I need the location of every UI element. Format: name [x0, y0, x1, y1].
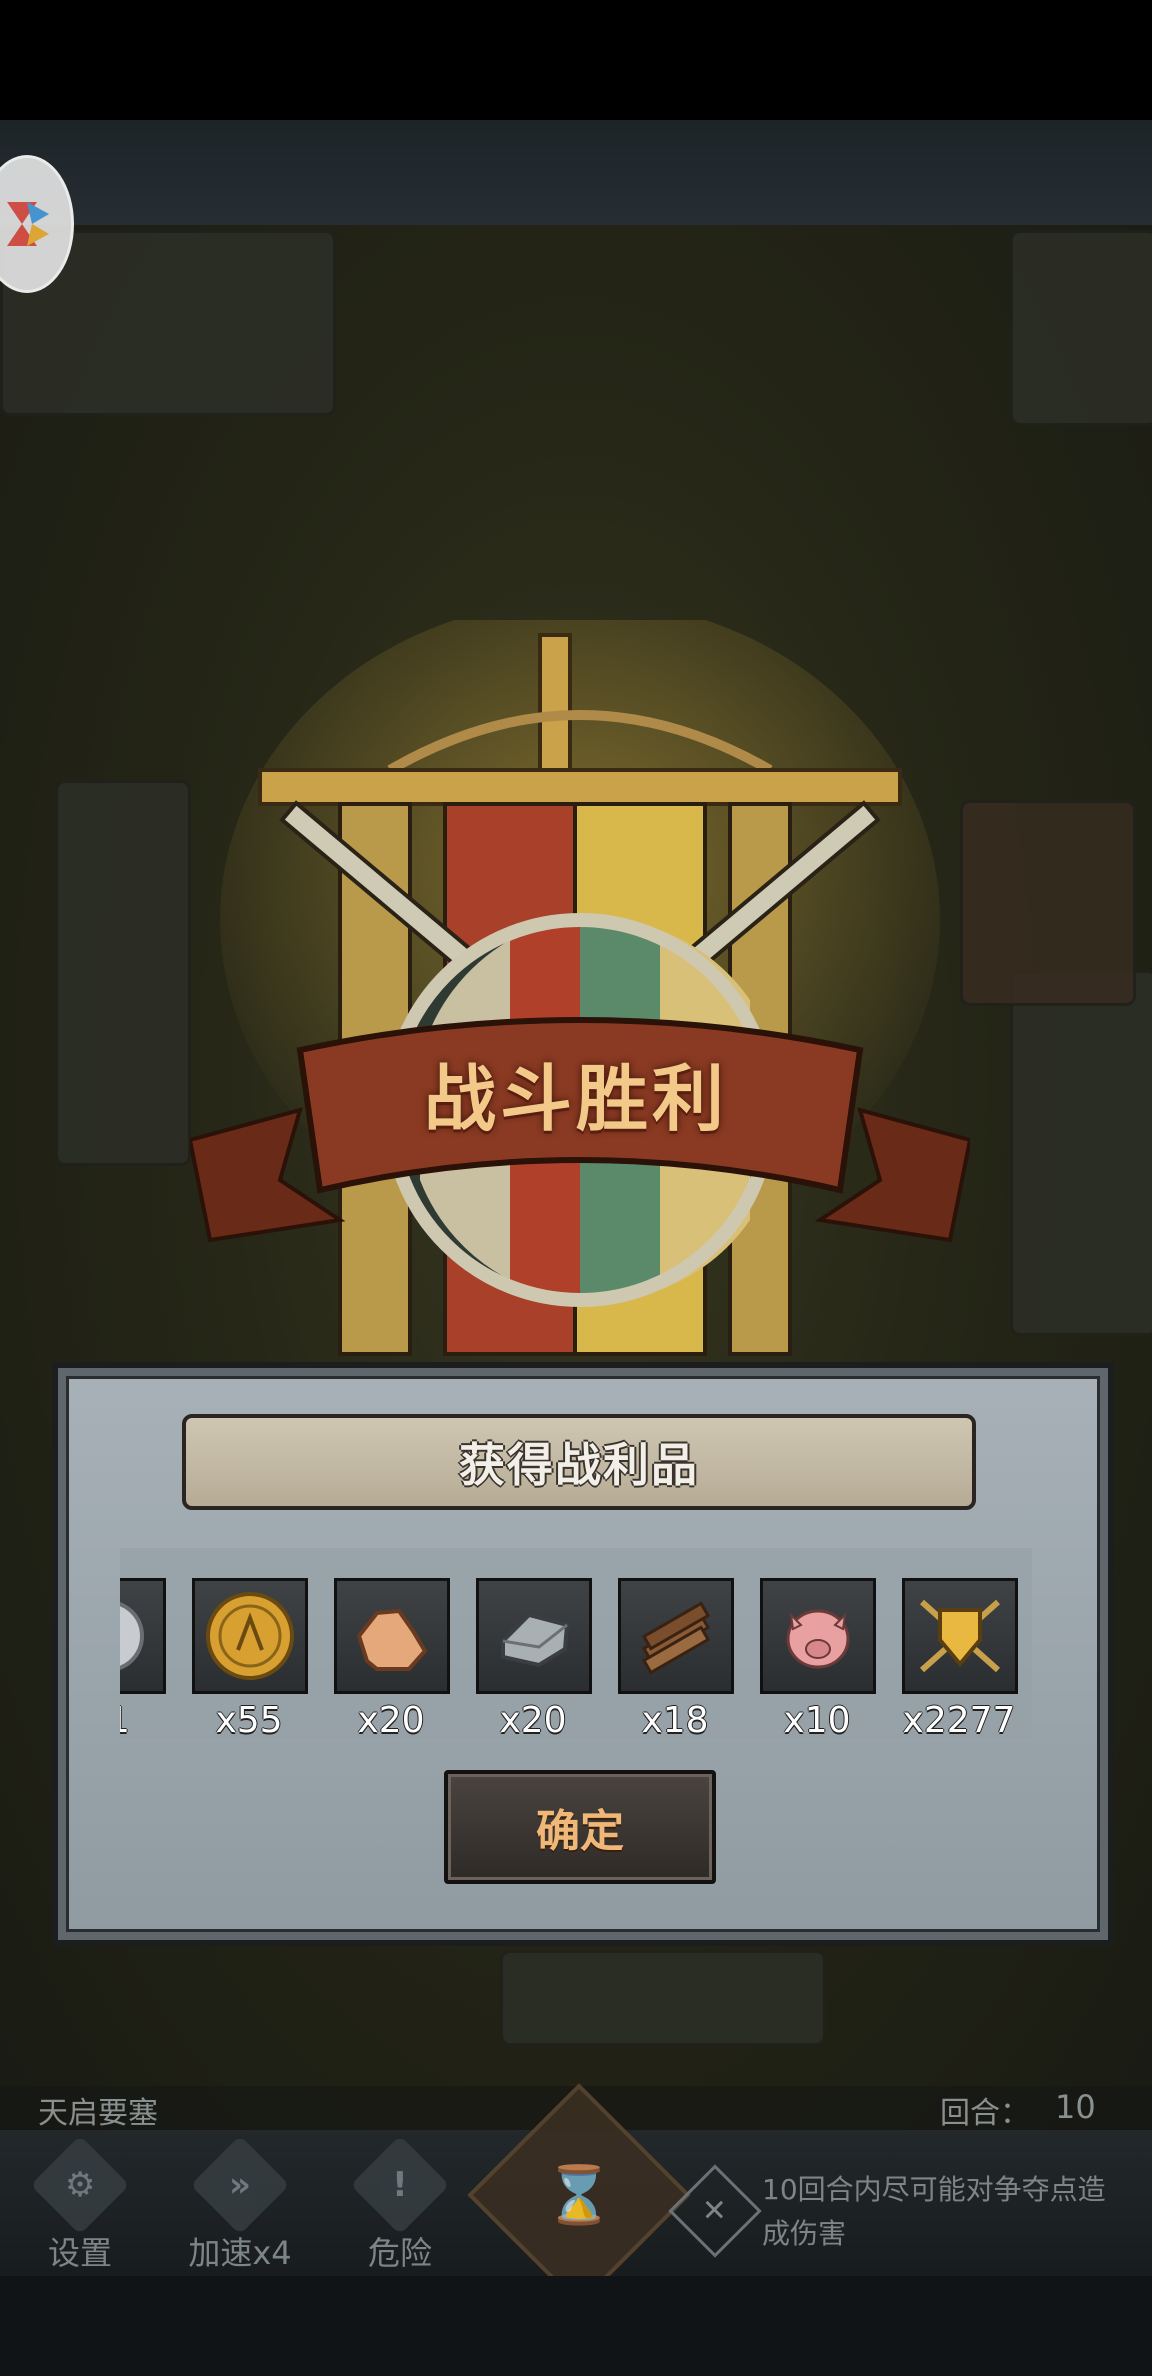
loot-title: 获得战利品 [459, 1438, 699, 1492]
item-count: x2277 [902, 1700, 1016, 1738]
item-count: x18 [641, 1700, 709, 1738]
settings-button[interactable]: ⚙ 设置 [15, 2135, 145, 2280]
loot-item[interactable]: x2277 [902, 1578, 1018, 1738]
pig-icon [786, 1609, 850, 1669]
item-slot [192, 1578, 308, 1694]
confirm-label: 确定 [536, 1806, 624, 1857]
loot-item[interactable]: x20 [334, 1578, 450, 1738]
item-count: 21 [120, 1700, 164, 1738]
confirm-button[interactable]: 确定 [444, 1770, 716, 1884]
objective-text: 10回合内尽可能对争夺点造成伤害 [762, 2173, 1106, 2250]
status-bar [0, 0, 1152, 120]
bottom-strip [0, 2276, 1152, 2376]
loot-item[interactable]: x20 [476, 1578, 592, 1738]
loot-item[interactable]: x18 [618, 1578, 734, 1738]
victory-emblem [190, 620, 970, 1356]
item-slot [760, 1578, 876, 1694]
header-band [0, 120, 1152, 225]
loot-item[interactable]: 21 [120, 1578, 166, 1738]
item-count: x20 [499, 1700, 567, 1738]
loot-item[interactable]: x55 [192, 1578, 308, 1738]
round-label: 回合： [940, 2096, 1030, 2131]
item-count: x10 [783, 1700, 851, 1738]
item-slot [618, 1578, 734, 1694]
danger-button[interactable]: ! 危险 [335, 2135, 465, 2280]
item-count: x55 [215, 1700, 283, 1738]
item-slot [902, 1578, 1018, 1694]
danger-label: 危险 [367, 2234, 432, 2272]
gold-coin-icon [206, 1592, 294, 1680]
hourglass-icon: ⌛ [544, 2162, 614, 2228]
silver-coin-icon [120, 1602, 144, 1670]
gear-icon: ⚙ [30, 2135, 130, 2235]
loot-item[interactable]: x10 [760, 1578, 876, 1738]
speed-label: 加速x4 [188, 2234, 292, 2272]
item-slot [476, 1578, 592, 1694]
victory-title: 战斗胜利 [423, 1057, 728, 1141]
item-slot [120, 1578, 166, 1694]
wood-planks-icon [641, 1601, 711, 1675]
loot-items-strip[interactable]: 21 x55 x20 x20 [120, 1548, 1032, 1738]
stone-icon [356, 1608, 428, 1671]
crest-shield-icon [919, 1599, 1001, 1673]
exclamation-icon: ! [350, 2135, 450, 2235]
speed-button[interactable]: » 加速x4 [175, 2135, 305, 2280]
iron-ingot-icon [501, 1612, 570, 1668]
fast-forward-icon: » [190, 2135, 290, 2235]
item-slot [334, 1578, 450, 1694]
round-counter: 10 [1055, 2088, 1096, 2126]
assistant-logo-icon [7, 202, 49, 246]
item-count: x20 [357, 1700, 425, 1738]
loot-title-bar: 获得战利品 [182, 1414, 976, 1510]
settings-label: 设置 [47, 2234, 112, 2272]
location-name: 天启要塞 [38, 2096, 158, 2131]
